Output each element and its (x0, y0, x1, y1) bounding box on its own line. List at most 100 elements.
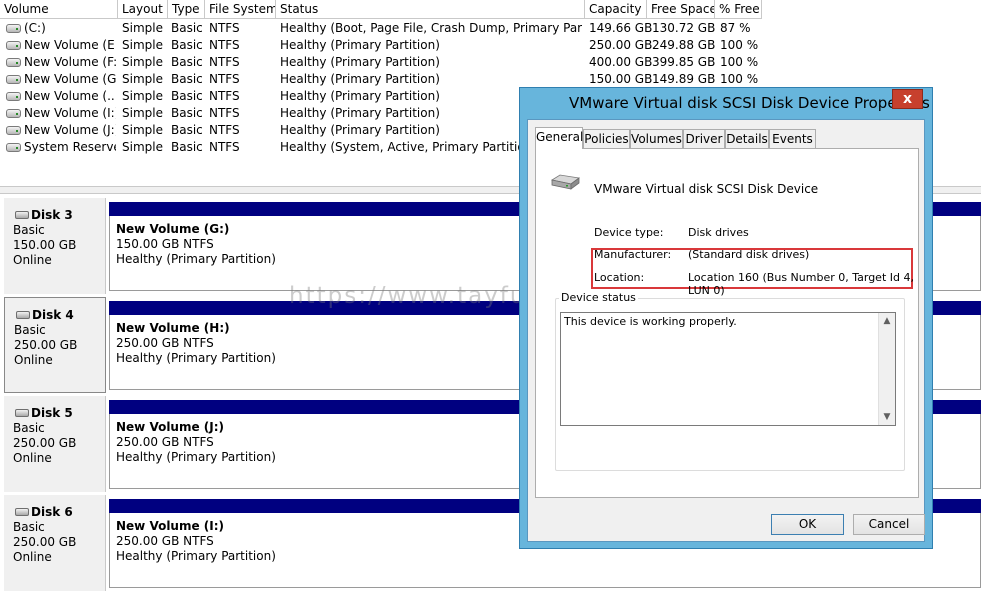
volume-icon (6, 92, 21, 101)
disk-size: 250.00 GB (13, 436, 77, 450)
table-row[interactable]: New Volume (F:) Simple Basic NTFS Health… (0, 54, 981, 71)
volume-free-space: 399.85 GB (652, 55, 716, 69)
volume-status: Healthy (Primary Partition) (280, 89, 440, 103)
disk-size: 150.00 GB (13, 238, 77, 252)
volume-layout: Simple (122, 38, 163, 52)
volume-fs: NTFS (209, 89, 240, 103)
table-row[interactable]: (C:) Simple Basic NTFS Healthy (Boot, Pa… (0, 20, 981, 37)
partition-size: 250.00 GB NTFS (116, 336, 214, 350)
location-value-line2: LUN 0) (688, 284, 725, 297)
location-label: Location: (594, 271, 645, 284)
table-row[interactable]: New Volume (G:) Simple Basic NTFS Health… (0, 71, 981, 88)
partition-status: Healthy (Primary Partition) (116, 252, 276, 266)
volume-percent-free: 100 % (720, 38, 759, 52)
scroll-up-icon[interactable]: ▲ (879, 313, 895, 329)
disk-label[interactable]: Disk 6 Basic 250.00 GB Online (4, 495, 106, 591)
column-header-capacity[interactable]: Capacity (585, 0, 647, 19)
volume-type: Basic (171, 72, 203, 86)
volume-free-space: 149.89 GB (652, 72, 716, 86)
tab-policies[interactable]: Policies (583, 129, 630, 148)
volume-layout: Simple (122, 140, 163, 154)
disk-icon (15, 409, 29, 417)
volume-icon (6, 41, 21, 50)
volume-status: Healthy (Primary Partition) (280, 123, 440, 137)
disk-state: Online (14, 353, 53, 367)
volume-icon (6, 24, 21, 33)
volume-icon (6, 143, 21, 152)
volume-layout: Simple (122, 123, 163, 137)
column-header-status[interactable]: Status (276, 0, 585, 19)
general-tab-page: VMware Virtual disk SCSI Disk Device Dev… (535, 148, 919, 498)
volume-status: Healthy (Primary Partition) (280, 106, 440, 120)
volume-fs: NTFS (209, 140, 240, 154)
dialog-body: General Policies Volumes Driver Details … (527, 119, 925, 542)
tab-volumes[interactable]: Volumes (630, 129, 683, 148)
column-header-file-system[interactable]: File System (205, 0, 276, 19)
device-status-legend: Device status (559, 291, 638, 305)
volume-status: Healthy (Primary Partition) (280, 38, 440, 52)
disk-icon (15, 211, 29, 219)
device-type-label: Device type: (594, 226, 664, 239)
disk-label[interactable]: Disk 4 Basic 250.00 GB Online (4, 297, 106, 393)
volume-layout: Simple (122, 55, 163, 69)
table-row[interactable]: New Volume (E:) Simple Basic NTFS Health… (0, 37, 981, 54)
tab-events[interactable]: Events (769, 129, 816, 148)
volume-percent-free: 87 % (720, 21, 751, 35)
device-type-value: Disk drives (688, 226, 749, 239)
disk-icon (16, 311, 30, 319)
volume-fs: NTFS (209, 38, 240, 52)
column-header-type[interactable]: Type (168, 0, 205, 19)
volume-type: Basic (171, 106, 203, 120)
column-header-percent-free[interactable]: % Free (715, 0, 762, 19)
volume-name: New Volume (E:) (24, 38, 116, 52)
ok-button[interactable]: OK (771, 514, 844, 535)
partition-status: Healthy (Primary Partition) (116, 450, 276, 464)
volume-capacity: 150.00 GB (589, 72, 653, 86)
disk-type: Basic (13, 421, 45, 435)
volume-icon (6, 58, 21, 67)
volume-capacity: 149.66 GB (589, 21, 653, 35)
volume-fs: NTFS (209, 55, 240, 69)
volume-free-space: 130.72 GB (652, 21, 716, 35)
partition-name: New Volume (I:) (116, 519, 225, 533)
disk-label[interactable]: Disk 5 Basic 250.00 GB Online (4, 396, 106, 492)
volume-capacity: 250.00 GB (589, 38, 653, 52)
volume-icon (6, 75, 21, 84)
close-button[interactable]: x (892, 89, 923, 109)
volume-fs: NTFS (209, 123, 240, 137)
volume-type: Basic (171, 123, 203, 137)
disk-size: 250.00 GB (14, 338, 78, 352)
volume-fs: NTFS (209, 106, 240, 120)
tab-details[interactable]: Details (725, 129, 769, 148)
disk-icon (15, 508, 29, 516)
partition-status: Healthy (Primary Partition) (116, 351, 276, 365)
scroll-down-icon[interactable]: ▼ (879, 409, 895, 425)
volume-capacity: 400.00 GB (589, 55, 653, 69)
volume-name: New Volume (F:) (24, 55, 116, 69)
partition-size: 250.00 GB NTFS (116, 534, 214, 548)
column-header-layout[interactable]: Layout (118, 0, 168, 19)
volume-status: Healthy (Primary Partition) (280, 55, 440, 69)
volume-name: New Volume (I:) (24, 106, 116, 120)
disk-type: Basic (14, 323, 46, 337)
tab-general[interactable]: General (535, 127, 583, 149)
disk-type: Basic (13, 520, 45, 534)
device-status-textbox[interactable]: This device is working properly. ▲ ▼ (560, 312, 896, 426)
device-status-text: This device is working properly. (564, 315, 737, 328)
disk-name: Disk 5 (31, 406, 73, 420)
column-header-free-space[interactable]: Free Space (647, 0, 715, 19)
partition-name: New Volume (H:) (116, 321, 230, 335)
status-scrollbar[interactable]: ▲ ▼ (878, 313, 895, 425)
disk-state: Online (13, 451, 52, 465)
volume-type: Basic (171, 89, 203, 103)
volume-fs: NTFS (209, 72, 240, 86)
column-header-volume[interactable]: Volume (0, 0, 118, 19)
device-properties-dialog: VMware Virtual disk SCSI Disk Device Pro… (519, 87, 933, 549)
dialog-title[interactable]: VMware Virtual disk SCSI Disk Device Pro… (520, 88, 932, 118)
tab-driver[interactable]: Driver (683, 129, 725, 148)
cancel-button[interactable]: Cancel (853, 514, 925, 535)
volume-status: Healthy (System, Active, Primary Partiti… (280, 140, 520, 154)
partition-name: New Volume (J:) (116, 420, 225, 434)
partition-size: 150.00 GB NTFS (116, 237, 214, 251)
disk-label[interactable]: Disk 3 Basic 150.00 GB Online (4, 198, 106, 294)
